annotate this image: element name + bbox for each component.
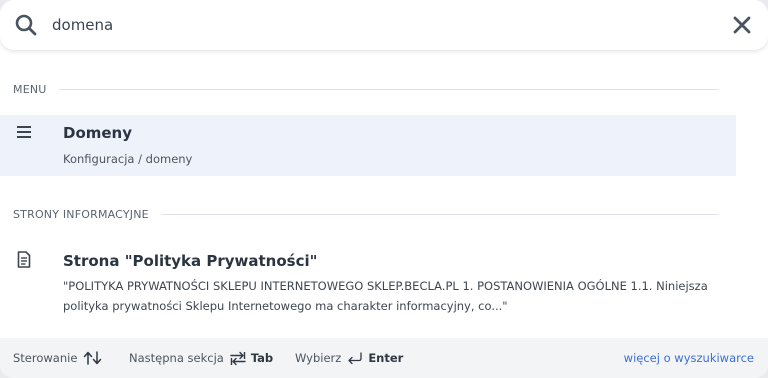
search-icon: [14, 13, 38, 37]
section-label: MENU: [13, 82, 47, 96]
hint-next-section: Następna sekcja Tab: [129, 351, 273, 366]
section-divider: [58, 88, 719, 90]
result-subtitle: Konfiguracja / domeny: [63, 152, 193, 166]
section-label: STRONY INFORMACYJNE: [13, 207, 149, 221]
up-down-arrows-icon: [84, 351, 102, 365]
result-description: "POLITYKA PRYWATNOŚCI SKLEPU INTERNETOWE…: [63, 279, 708, 313]
hint-navigate: Sterowanie: [13, 351, 103, 365]
search-input[interactable]: [52, 12, 692, 38]
hint-label: Następna sekcja: [129, 351, 224, 365]
result-title: Domeny: [63, 124, 133, 142]
menu-icon: [17, 124, 33, 143]
section-header-info-pages: STRONY INFORMACYJNE: [13, 206, 719, 222]
result-polityka-prywatnosci[interactable]: Strona "Polityka Prywatności" "POLITYKA …: [0, 242, 736, 322]
section-divider: [160, 213, 719, 215]
swap-arrows-icon: [230, 351, 246, 365]
search-dialog: MENU Domeny Konfiguracja / domeny STRONY…: [0, 0, 768, 378]
close-icon[interactable]: [730, 13, 754, 37]
hint-label: Sterowanie: [13, 351, 78, 365]
result-title: Strona "Polityka Prywatności": [63, 252, 318, 270]
enter-key-label: Enter: [368, 351, 404, 365]
enter-icon: [348, 351, 362, 364]
tab-key-label: Tab: [250, 351, 274, 365]
hint-label: Wybierz: [295, 351, 342, 365]
hint-select: Wybierz Enter: [295, 351, 403, 365]
result-domeny[interactable]: Domeny Konfiguracja / domeny: [0, 115, 736, 176]
more-about-search-link[interactable]: więcej o wyszukiwarce: [624, 351, 754, 365]
keyboard-hints-footer: Sterowanie Następna sekcja Tab Wybierz E…: [0, 338, 768, 378]
search-bar: [0, 0, 768, 50]
document-icon: [17, 251, 31, 272]
section-header-menu: MENU: [13, 81, 719, 97]
